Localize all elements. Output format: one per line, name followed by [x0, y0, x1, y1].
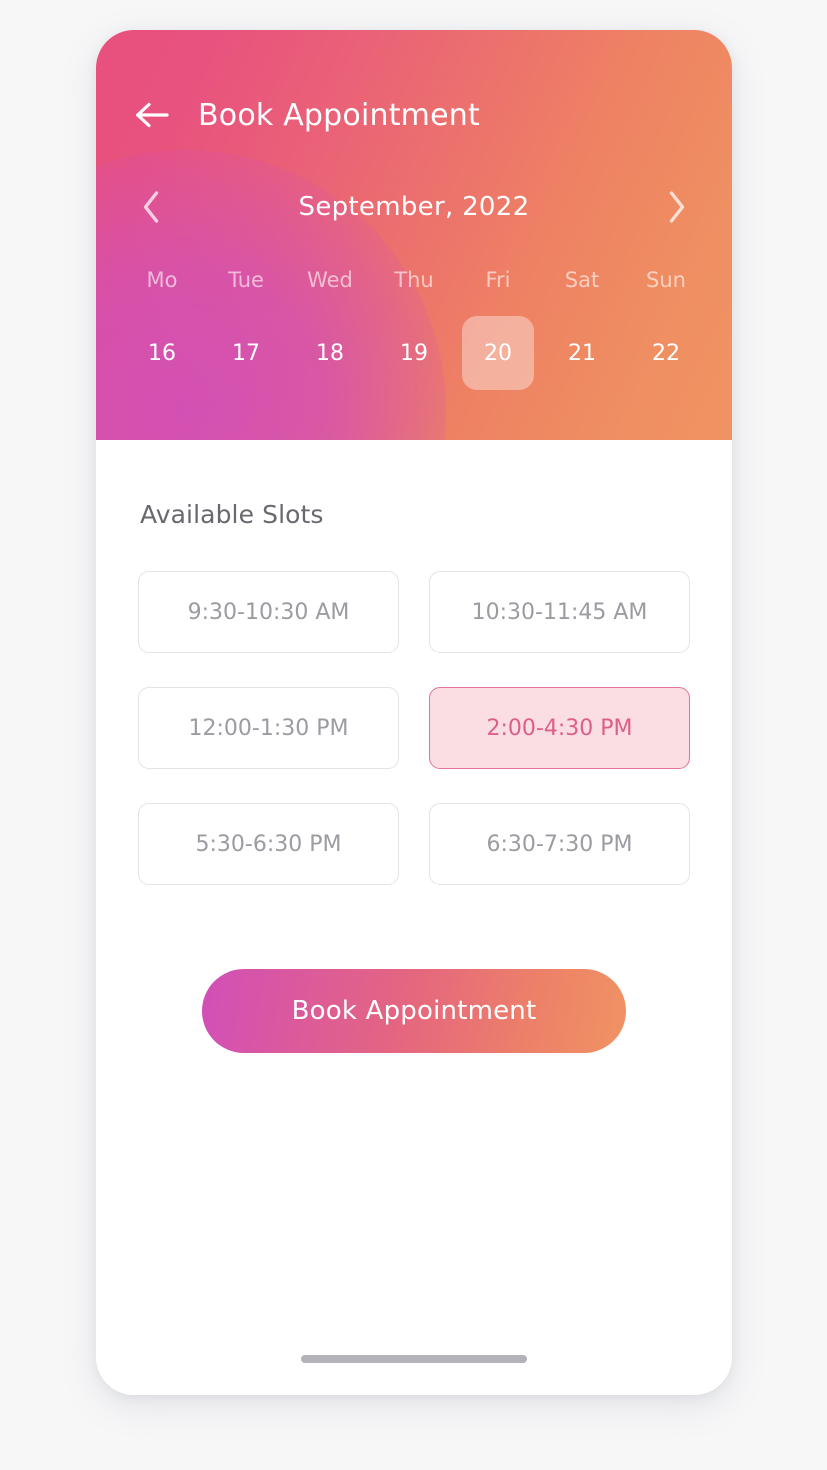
- weekday-label-sat: Sat: [564, 268, 600, 292]
- weekday-label-wed: Wed: [307, 268, 353, 292]
- home-indicator: [301, 1355, 527, 1363]
- date-cell-20-selected[interactable]: 20: [456, 316, 540, 390]
- phone-frame: Book Appointment September, 2022 Mo Tue …: [96, 30, 732, 1395]
- main-content: Available Slots 9:30-10:30 AM 10:30-11:4…: [96, 440, 732, 1395]
- weekday-header-row: Mo Tue Wed Thu Fri Sat Sun: [96, 266, 732, 294]
- date-cell-19[interactable]: 19: [372, 316, 456, 390]
- date-cell-17[interactable]: 17: [204, 316, 288, 390]
- date-label: 17: [232, 340, 260, 366]
- date-label: 22: [652, 340, 680, 366]
- available-slots-heading: Available Slots: [140, 500, 324, 529]
- date-label: 20: [462, 316, 534, 390]
- weekday-label-sun: Sun: [646, 268, 686, 292]
- slot-option[interactable]: 6:30-7:30 PM: [429, 803, 690, 885]
- book-appointment-button[interactable]: Book Appointment: [202, 969, 626, 1053]
- slot-option[interactable]: 5:30-6:30 PM: [138, 803, 399, 885]
- page-title: Book Appointment: [198, 97, 480, 133]
- date-cell-18[interactable]: 18: [288, 316, 372, 390]
- weekday-label-mo: Mo: [146, 268, 178, 292]
- next-month-button[interactable]: [656, 186, 698, 228]
- app-header: Book Appointment September, 2022 Mo Tue …: [96, 30, 732, 440]
- weekday-label-thu: Thu: [394, 268, 434, 292]
- date-cell-22[interactable]: 22: [624, 316, 708, 390]
- title-bar: Book Appointment: [96, 30, 732, 144]
- slot-option[interactable]: 10:30-11:45 AM: [429, 571, 690, 653]
- slot-option[interactable]: 9:30-10:30 AM: [138, 571, 399, 653]
- slot-list: 9:30-10:30 AM 10:30-11:45 AM 12:00-1:30 …: [138, 571, 690, 885]
- chevron-right-icon: [667, 190, 687, 224]
- date-row: 16 17 18 19 20 21 22: [96, 316, 732, 390]
- arrow-left-icon: [132, 100, 172, 130]
- slot-option-selected[interactable]: 2:00-4:30 PM: [429, 687, 690, 769]
- prev-month-button[interactable]: [130, 186, 172, 228]
- month-navigation: September, 2022: [96, 144, 732, 228]
- back-button[interactable]: [132, 95, 184, 135]
- cta-container: Book Appointment: [138, 969, 690, 1053]
- slot-option[interactable]: 12:00-1:30 PM: [138, 687, 399, 769]
- month-label: September, 2022: [298, 192, 530, 222]
- date-cell-16[interactable]: 16: [120, 316, 204, 390]
- weekday-label-fri: Fri: [485, 268, 511, 292]
- date-label: 21: [568, 340, 596, 366]
- weekday-label-tue: Tue: [228, 268, 264, 292]
- date-cell-21[interactable]: 21: [540, 316, 624, 390]
- date-label: 18: [316, 340, 344, 366]
- chevron-left-icon: [141, 190, 161, 224]
- date-label: 16: [148, 340, 176, 366]
- date-label: 19: [400, 340, 428, 366]
